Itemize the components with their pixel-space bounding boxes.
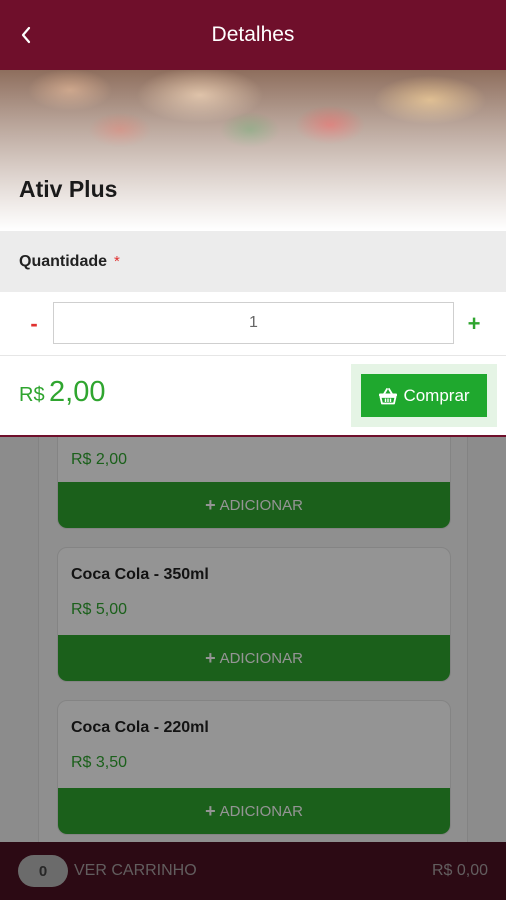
product-card-price: R$ 2,00: [71, 451, 128, 468]
add-button[interactable]: + ADICIONAR: [58, 482, 450, 528]
decrease-quantity-button[interactable]: -: [22, 309, 46, 339]
chevron-left-icon: [21, 26, 31, 44]
product-card-price: R$ 3,50: [71, 754, 128, 771]
buy-button[interactable]: Comprar: [361, 374, 487, 417]
plus-icon: +: [205, 648, 216, 668]
add-button-label: ADICIONAR: [219, 649, 303, 667]
product-detail-modal: Ativ Plus Quantidade * - + R$ 2,00 Compr…: [0, 70, 506, 437]
cart-bar[interactable]: 0 VER CARRINHO R$ 0,00: [0, 842, 506, 900]
page-title: Detalhes: [211, 23, 295, 46]
price-currency: R$: [19, 384, 45, 406]
quantity-stepper: - +: [0, 292, 506, 355]
product-card-name: Coca Cola - 350ml: [71, 566, 209, 583]
product-card: Coca Cola - 350ml R$ 5,00 + ADICIONAR: [57, 547, 451, 682]
buy-button-label: Comprar: [403, 385, 470, 405]
buy-button-wrapper: Comprar: [351, 364, 497, 427]
app-header: Detalhes: [0, 0, 506, 70]
quantity-label: Quantidade: [19, 252, 108, 270]
add-button-label: ADICIONAR: [219, 802, 303, 820]
plus-icon: +: [205, 495, 216, 515]
price-value: 2,00: [49, 376, 106, 408]
plus-icon: +: [205, 801, 216, 821]
back-button[interactable]: [12, 20, 40, 50]
product-card-price: R$ 5,00: [71, 601, 128, 618]
view-cart-label: VER CARRINHO: [74, 862, 197, 879]
basket-icon: [379, 387, 398, 404]
product-image: [0, 70, 506, 230]
add-button-label: ADICIONAR: [219, 496, 303, 514]
purchase-row: R$ 2,00 Comprar: [0, 355, 506, 435]
required-mark: *: [114, 253, 120, 270]
product-card: Coca Cola - 220ml R$ 3,50 + ADICIONAR: [57, 700, 451, 835]
quantity-input[interactable]: [53, 302, 454, 344]
cart-count-badge: 0: [18, 855, 68, 887]
add-button[interactable]: + ADICIONAR: [58, 635, 450, 681]
cart-total: R$ 0,00: [431, 862, 488, 879]
product-name: Ativ Plus: [19, 176, 118, 202]
increase-quantity-button[interactable]: +: [462, 309, 486, 339]
product-price: R$ 2,00: [19, 376, 105, 409]
quantity-section: Quantidade *: [0, 231, 506, 292]
add-button[interactable]: + ADICIONAR: [58, 788, 450, 834]
product-card-name: Coca Cola - 220ml: [71, 719, 209, 736]
